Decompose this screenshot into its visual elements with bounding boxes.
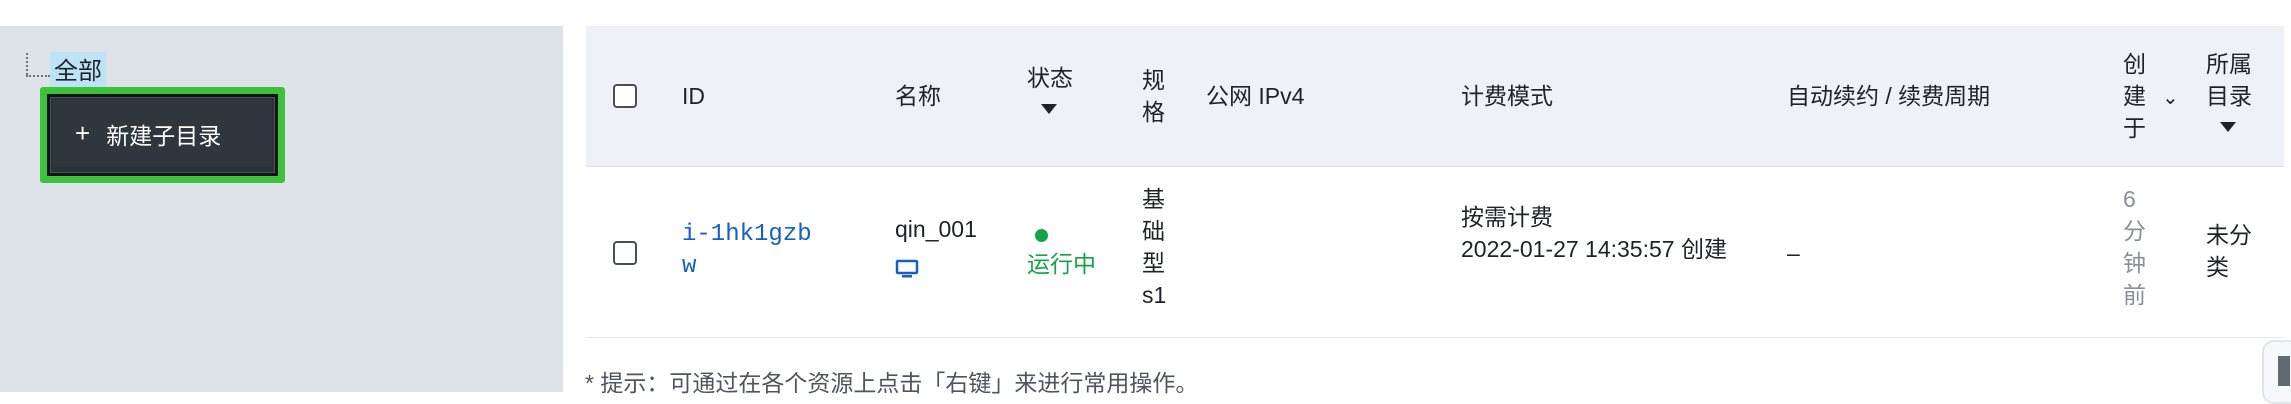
- billing-created-time: 2022-01-27 14:35:57 创建: [1461, 236, 1727, 262]
- tree-node-all[interactable]: 全部: [50, 52, 106, 90]
- column-header-folder[interactable]: 所属目录: [2206, 48, 2258, 132]
- created-cell: 6分钟前: [2123, 186, 2146, 308]
- column-header-status-label: 状态: [1027, 65, 1073, 91]
- renew-cell: –: [1787, 240, 1800, 266]
- column-header-status[interactable]: 状态: [1027, 62, 1073, 114]
- scroll-handle[interactable]: [2262, 340, 2291, 404]
- plus-icon: +: [75, 118, 91, 148]
- column-header-name: 名称: [895, 83, 941, 109]
- new-subfolder-menu-item[interactable]: + 新建子目录: [53, 100, 272, 167]
- column-header-billing: 计费模式: [1461, 83, 1553, 109]
- spec-cell: 基础型s1: [1142, 186, 1167, 308]
- status-running-dot: [1035, 229, 1048, 242]
- status-text: 运行中: [1027, 251, 1096, 277]
- column-header-created[interactable]: 创建于: [2123, 48, 2149, 144]
- column-header-ipv4: 公网 IPv4: [1206, 83, 1305, 109]
- column-header-id: ID: [682, 83, 705, 109]
- select-all-checkbox[interactable]: [613, 84, 637, 108]
- instance-name-cell: qin_001: [895, 213, 977, 287]
- monitor-icon[interactable]: [895, 255, 977, 287]
- column-header-folder-label: 所属目录: [2206, 51, 2252, 109]
- folder-cell: 未分类: [2206, 222, 2252, 280]
- column-header-renew: 自动续约 / 续费周期: [1787, 83, 1991, 109]
- directory-panel: 全部 + 新建子目录: [0, 26, 563, 392]
- tree-connector-line: [26, 75, 50, 77]
- filter-caret-icon[interactable]: [1041, 104, 1057, 114]
- row-checkbox[interactable]: [613, 241, 637, 265]
- grip-icon: [2278, 356, 2290, 386]
- instance-table: ID 名称 状态 规格 公网 IPv4 计费模式 自动续约 / 续费周期 创建于…: [586, 26, 2284, 338]
- table-row[interactable]: i-1hk1gzbw qin_001 运行中 基础型s1 按需计费 2022-0…: [586, 167, 2284, 338]
- tree-connector-line: [26, 53, 28, 75]
- table-header: ID 名称 状态 规格 公网 IPv4 计费模式 自动续约 / 续费周期 创建于…: [586, 26, 2284, 167]
- column-header-spec: 规格: [1142, 67, 1165, 125]
- instance-name: qin_001: [895, 216, 977, 242]
- sort-chevron-icon[interactable]: ⌄: [2158, 80, 2179, 114]
- menu-item-label: 新建子目录: [106, 122, 222, 149]
- instance-id-link[interactable]: i-1hk1gzbw: [682, 219, 822, 283]
- filter-caret-icon[interactable]: [2220, 122, 2236, 132]
- billing-mode: 按需计费: [1461, 204, 1553, 230]
- billing-cell: 按需计费 2022-01-27 14:35:57 创建: [1461, 201, 1771, 265]
- usage-hint: * 提示：可通过在各个资源上点击「右键」来进行常用操作。: [585, 370, 1199, 396]
- context-menu: + 新建子目录: [47, 94, 278, 176]
- status-cell: 运行中: [1027, 217, 1096, 280]
